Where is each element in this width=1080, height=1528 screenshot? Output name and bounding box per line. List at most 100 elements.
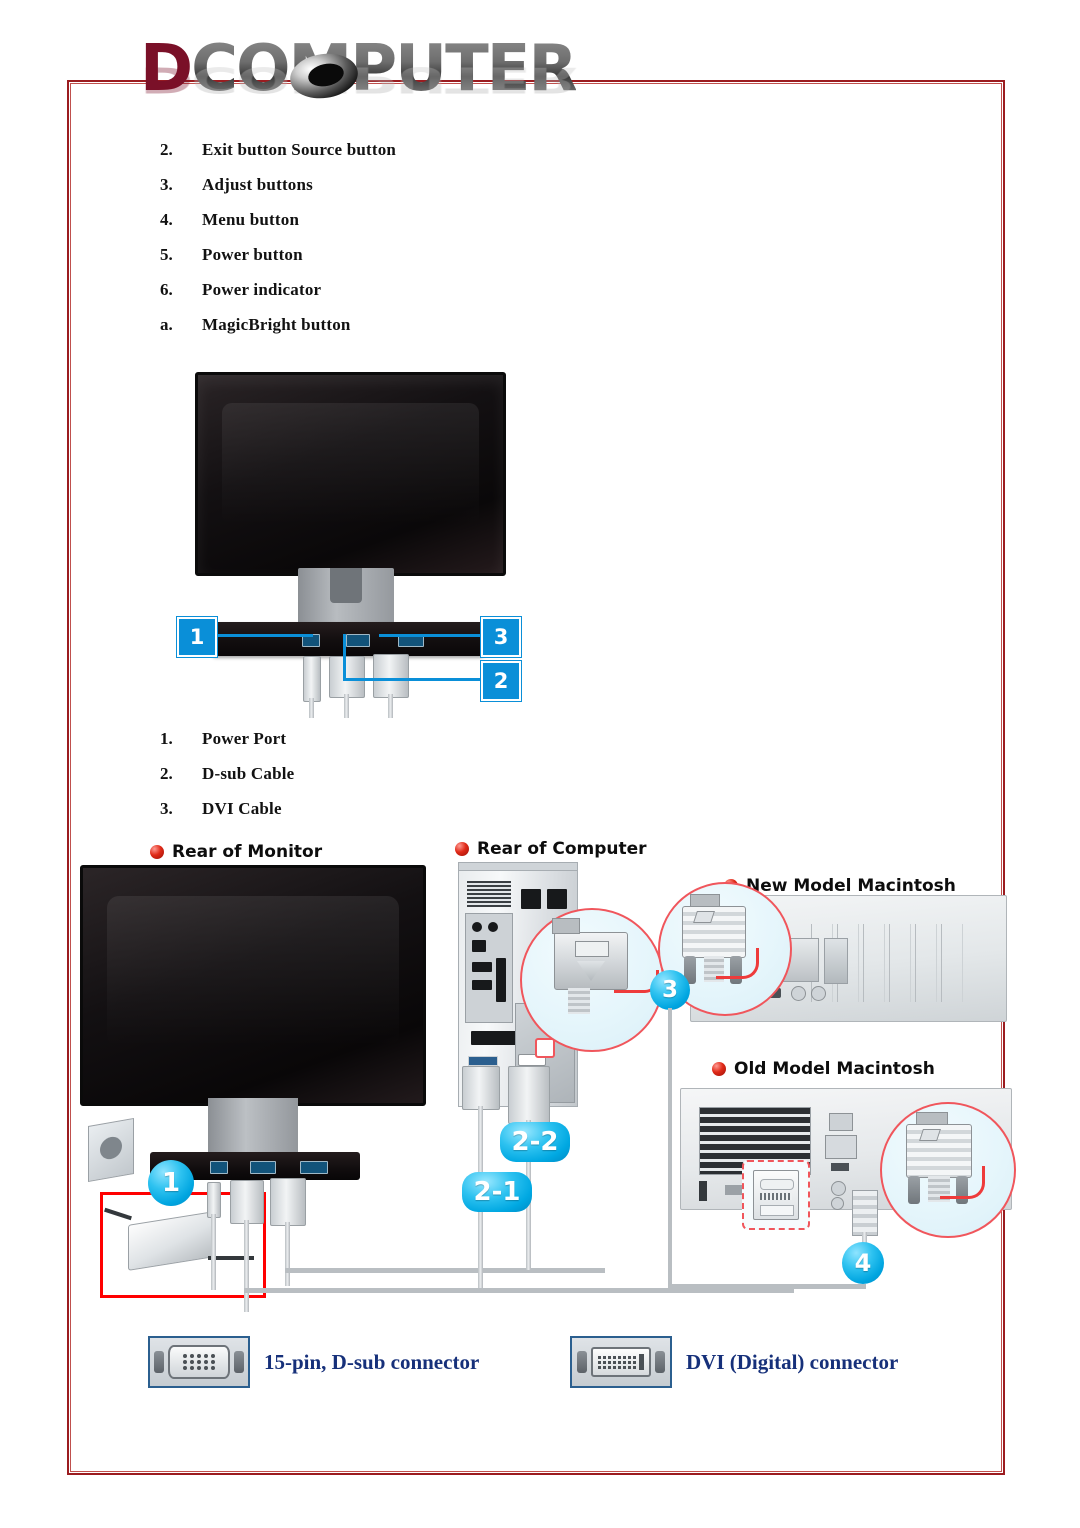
dvi-shell-icon <box>591 1347 651 1377</box>
pin <box>204 1366 208 1370</box>
tower-dvi-plug <box>508 1066 550 1124</box>
callout-badge-old-mac: 4 <box>842 1242 884 1284</box>
pin <box>197 1360 201 1364</box>
mac-power-inlet-icon <box>825 1135 857 1159</box>
dvi-port-large <box>300 1161 328 1174</box>
monitor-stand-neck-large <box>208 1098 298 1160</box>
new-mac-cable-run <box>668 1008 672 1288</box>
mac-audio-port-icon <box>791 986 806 1001</box>
usb-port-icon <box>472 940 486 952</box>
callout-leader-2 <box>343 678 485 681</box>
mac-adapter-icon <box>753 1170 799 1220</box>
control-button-list: 2. Exit button Source button 3. Adjust b… <box>160 140 396 350</box>
list-item-index: 3. <box>160 799 173 818</box>
pin <box>613 1355 616 1359</box>
dsub-connector-label: 15-pin, D-sub connector <box>264 1349 480 1374</box>
list-item-label: D-sub Cable <box>202 764 295 783</box>
serial-port-icon <box>472 980 492 990</box>
pin <box>623 1360 626 1364</box>
heading-label: Rear of Computer <box>477 839 647 859</box>
logo-reflection: DCOMPUTER <box>140 59 576 100</box>
connector-body-icon <box>577 961 605 981</box>
dvi-connector-legend: DVI (Digital) connector <box>570 1336 898 1388</box>
mac-audio-port-icon <box>831 1197 844 1210</box>
dsub-cable <box>344 694 349 718</box>
list-item-index: 6. <box>160 280 173 299</box>
pin <box>183 1360 187 1364</box>
mac-audio-port-icon <box>831 1181 846 1196</box>
pin <box>598 1355 601 1359</box>
list-item-index: 3. <box>160 175 173 194</box>
pin <box>608 1355 611 1359</box>
dsub-shell-icon <box>168 1345 230 1379</box>
callout-leader-3 <box>379 634 485 637</box>
connector-top-tab <box>552 918 580 934</box>
adapter-detail <box>760 1205 794 1216</box>
mac-port-icon <box>831 1163 849 1171</box>
dsub-port <box>346 634 370 647</box>
monitor-rear-large <box>80 865 426 1106</box>
pin <box>618 1365 621 1369</box>
connector-screw-icon <box>908 1176 920 1204</box>
pin <box>633 1365 636 1369</box>
list-item-index: a. <box>160 315 173 334</box>
dvi-connector-icon <box>570 1336 672 1388</box>
callout-leader-2-vertical <box>343 634 346 680</box>
callout-badge-new-mac: 3 <box>650 970 690 1010</box>
pin-row <box>183 1354 215 1358</box>
logo-reflection-word: COMPUTER <box>191 58 576 100</box>
dvi-cable-run <box>285 1268 605 1273</box>
list-item-index: 2. <box>160 764 173 783</box>
heading-rear-of-computer: Rear of Computer <box>455 839 647 859</box>
list-item-label: DVI Cable <box>202 799 282 818</box>
list-item: 5. Power button <box>160 245 396 280</box>
old-mac-connector-zoom <box>880 1102 1016 1238</box>
heading-label: Rear of Monitor <box>172 842 323 862</box>
monitor-power-cable <box>211 1214 216 1290</box>
list-item-label: Menu button <box>202 210 300 229</box>
power-cable <box>309 698 314 718</box>
callout-badge-dvi-to-pc: 2-2 <box>500 1122 570 1162</box>
connector-screw-icon <box>154 1351 164 1373</box>
dsub-port-large <box>250 1161 276 1174</box>
ps2-port-icon <box>488 922 498 932</box>
list-item: 1. Power Port <box>160 729 294 764</box>
power-plug <box>303 656 321 702</box>
pin <box>633 1360 636 1364</box>
list-item: 3. Adjust buttons <box>160 175 396 210</box>
pin <box>183 1354 187 1358</box>
dvi-connector-label: DVI (Digital) connector <box>686 1349 899 1374</box>
rotate-arrow-icon <box>716 948 759 979</box>
mac-adapter-body <box>824 938 848 984</box>
list-item-label: Adjust buttons <box>202 175 313 194</box>
mac-slot <box>863 924 885 1002</box>
dsub-plug <box>329 656 365 698</box>
tower-fan-icon <box>547 889 567 909</box>
monitor-rear-figure: 1 3 2 <box>165 372 525 718</box>
pin <box>623 1355 626 1359</box>
tower-io-plate <box>465 913 513 1023</box>
red-bullet-icon <box>150 845 164 859</box>
parallel-port-icon <box>496 958 506 1002</box>
pin <box>628 1365 631 1369</box>
list-item: 2. Exit button Source button <box>160 140 396 175</box>
tower-fan-icon <box>521 889 541 909</box>
tower-connector-zoom <box>520 908 664 1052</box>
old-mac-adapter-inset <box>742 1160 810 1230</box>
outlet-socket-icon <box>100 1135 122 1161</box>
pin <box>598 1365 601 1369</box>
connector-screw-icon <box>577 1351 587 1373</box>
tower-dsub-plug <box>462 1066 500 1110</box>
pin <box>190 1366 194 1370</box>
dsub-connector-legend: 15-pin, D-sub connector <box>148 1336 479 1388</box>
list-item: 6. Power indicator <box>160 280 396 315</box>
pin <box>603 1360 606 1364</box>
dvi-analog-blade-icon <box>639 1354 644 1370</box>
connector-screw-icon <box>655 1351 665 1373</box>
list-item: 4. Menu button <box>160 210 396 245</box>
wall-outlet <box>88 1117 134 1183</box>
pin <box>603 1365 606 1369</box>
pin-row <box>183 1366 215 1370</box>
monitor-connector-bar <box>212 622 484 656</box>
mac-port-icon <box>699 1181 707 1201</box>
